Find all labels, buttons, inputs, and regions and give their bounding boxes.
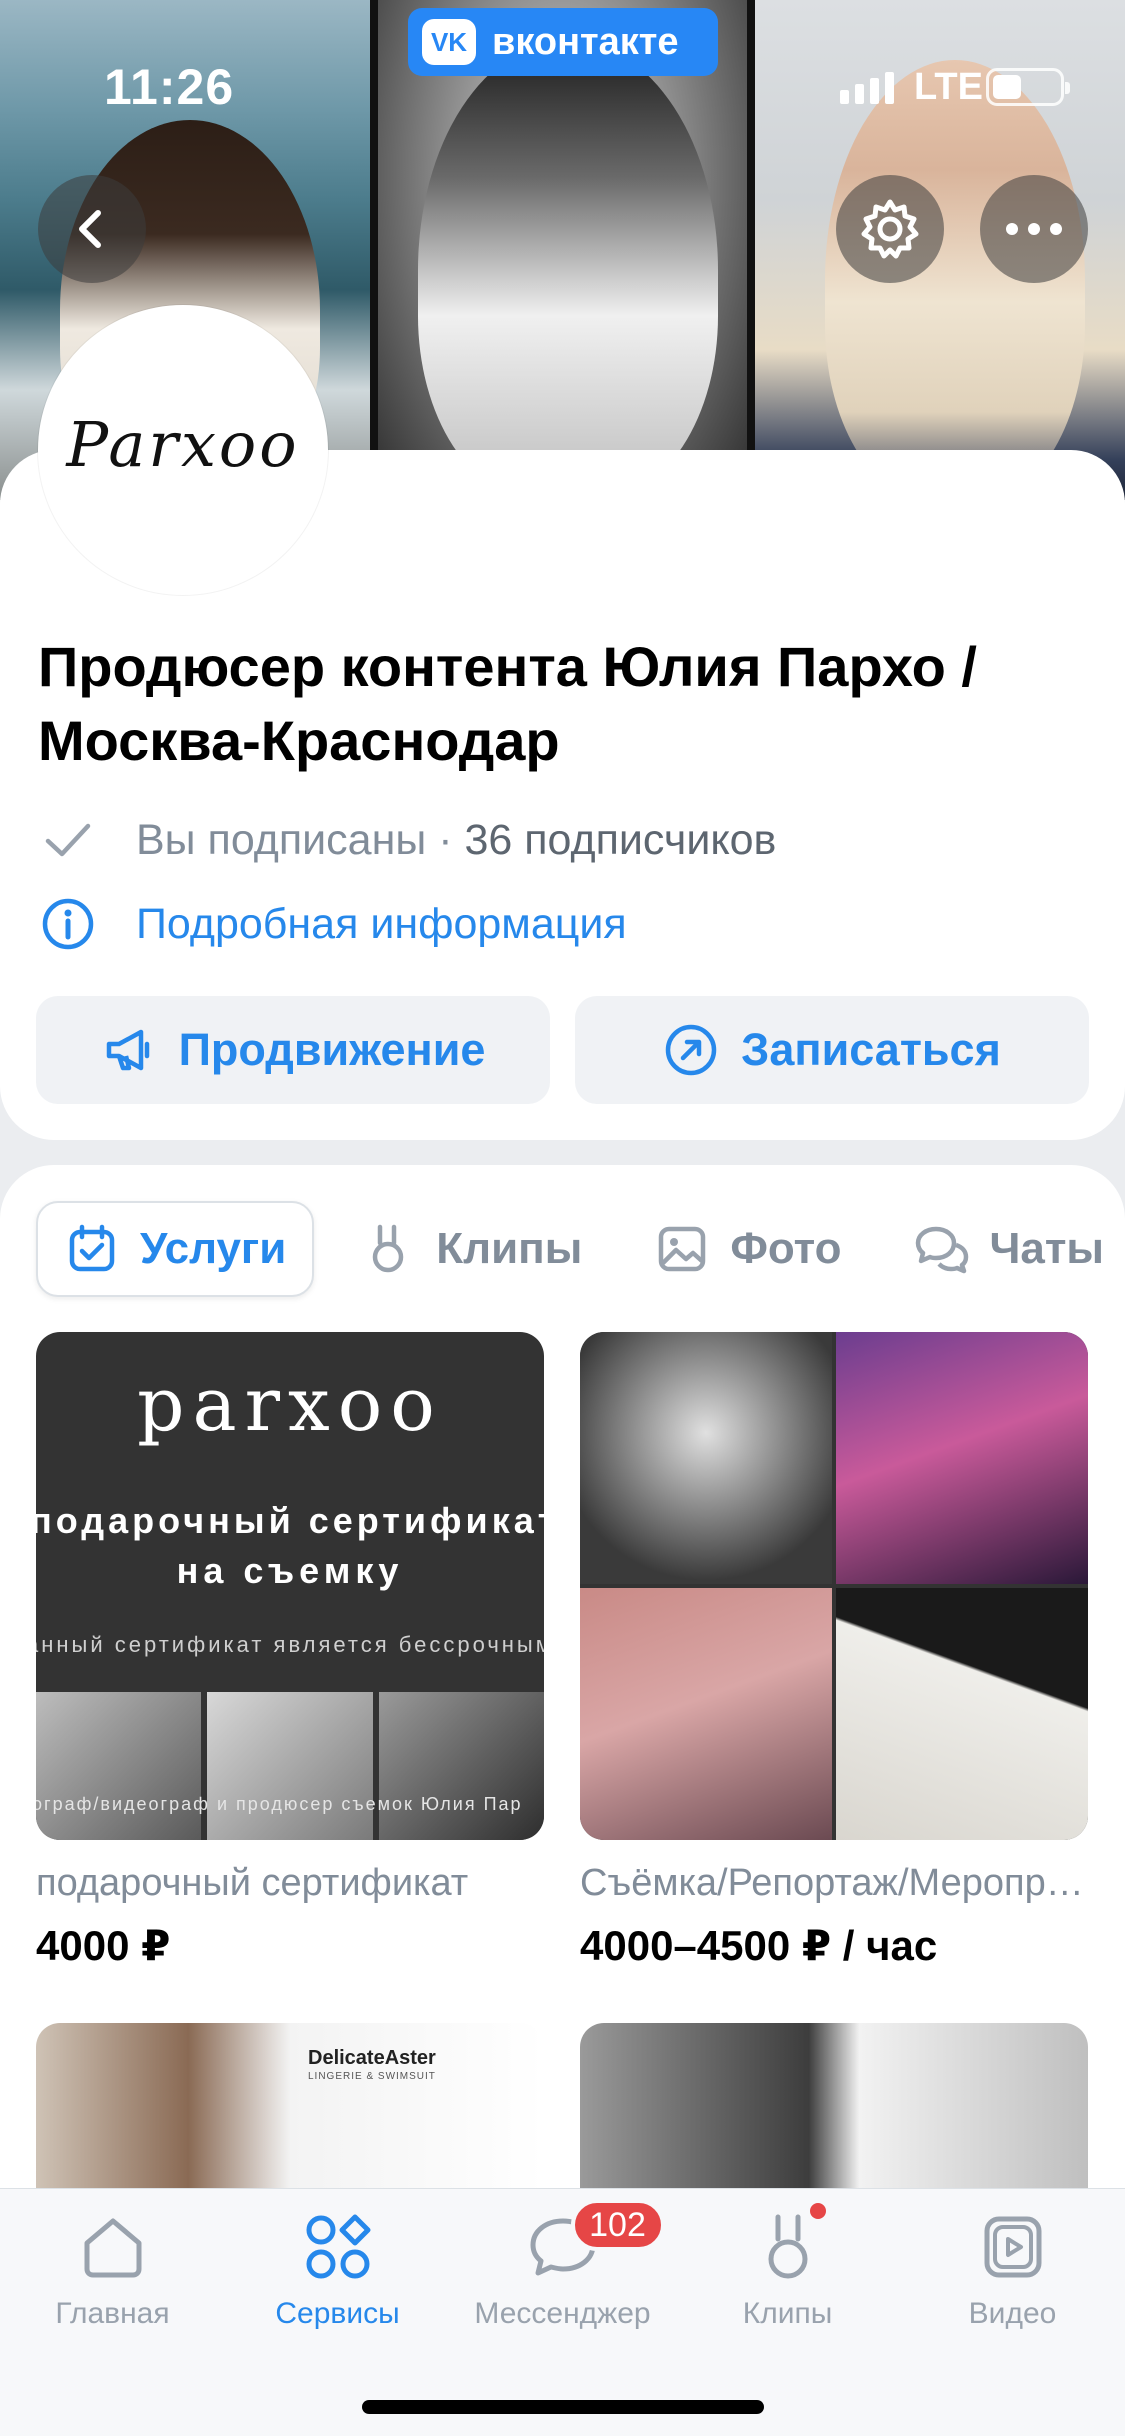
notification-dot	[809, 2203, 826, 2219]
followers-count: 36 подписчиков	[464, 815, 777, 864]
video-icon	[975, 2209, 1051, 2285]
clips-icon	[360, 1221, 416, 1277]
product-card[interactable]: parxoo подарочный сертификат на съемку а…	[36, 1332, 544, 1970]
services-icon	[300, 2209, 376, 2285]
tab-photos[interactable]: Фото	[628, 1201, 867, 1297]
subscription-status[interactable]: Вы подписаны · 36 подписчиков	[38, 810, 776, 870]
product-title: Съёмка/Репортаж/Мероприятия	[580, 1862, 1088, 1904]
product-image-brand: DelicateAster	[308, 2047, 436, 2069]
product-image-line: анный сертификат является бессрочным	[36, 1632, 544, 1657]
page-title: Продюсер контента Юлия Пархо / Москва-Кр…	[38, 635, 977, 772]
promotion-button[interactable]: Продвижение	[36, 996, 550, 1104]
tab-chats-label: Чаты	[989, 1224, 1105, 1273]
tab-clips-label: Клипы	[436, 1224, 583, 1273]
tabbar-video-label: Видео	[968, 2297, 1057, 2330]
signup-label: Записаться	[741, 1024, 1001, 1075]
tabbar-messenger[interactable]: 102 Мессенджер	[450, 2199, 675, 2331]
product-image-line: LINGERIE & SWIMSUIT	[308, 2071, 436, 2082]
content-tabs: Услуги Клипы Фото Чаты	[36, 1201, 1125, 1297]
unread-badge: 102	[570, 2199, 665, 2251]
tabbar-video[interactable]: Видео	[900, 2209, 1125, 2331]
chats-icon	[914, 1221, 970, 1277]
details-link[interactable]: Подробная информация	[38, 894, 627, 954]
vk-logo-icon: VK	[422, 19, 476, 65]
signal-icon	[840, 72, 894, 104]
vk-app-badge[interactable]: VK вконтакте	[408, 8, 718, 76]
info-icon	[38, 894, 98, 954]
tabbar-messenger-label: Мессенджер	[474, 2297, 651, 2330]
settings-button[interactable]	[836, 175, 944, 283]
avatar-logo-text: Parxoo	[66, 407, 300, 481]
calendar-check-icon	[64, 1221, 120, 1277]
bottom-tab-bar: Главная Сервисы 102 Мессенджер Клипы Вид…	[0, 2188, 1125, 2436]
messenger-icon: 102	[525, 2199, 665, 2285]
promotion-label: Продвижение	[178, 1024, 486, 1075]
tabbar-services[interactable]: Сервисы	[225, 2209, 450, 2331]
details-link-label: Подробная информация	[136, 899, 627, 948]
product-image-brand: parxoo	[137, 1362, 443, 1448]
product-image-line: на съемку	[176, 1550, 404, 1591]
checkmark-icon	[38, 810, 98, 870]
product-image[interactable]: parxoo подарочный сертификат на съемку а…	[36, 1332, 544, 1840]
home-indicator[interactable]	[362, 2400, 764, 2414]
status-time: 11:26	[104, 59, 235, 115]
tabbar-services-label: Сервисы	[275, 2297, 400, 2330]
clips-icon	[750, 2203, 826, 2285]
product-price: 4000–4500 ₽ / час	[580, 1922, 938, 1969]
more-horizontal-icon	[1006, 223, 1062, 235]
tab-services[interactable]: Услуги	[36, 1201, 315, 1297]
back-button[interactable]	[38, 175, 146, 283]
tab-clips[interactable]: Клипы	[334, 1201, 608, 1297]
tabbar-home[interactable]: Главная	[0, 2209, 225, 2331]
product-image-line: ограф/видеограф и продюсер съемок Юлия П…	[36, 1794, 523, 1814]
product-image-line: подарочный сертификат	[36, 1500, 544, 1541]
tab-photos-label: Фото	[730, 1224, 842, 1273]
home-icon	[75, 2209, 151, 2285]
status-bar: 11:26 VK вконтакте LTE	[0, 0, 1125, 130]
photo-icon	[654, 1221, 710, 1277]
avatar[interactable]: Parxoo	[38, 305, 328, 595]
product-price: 4000 ₽	[36, 1922, 171, 1969]
product-card[interactable]: Съёмка/Репортаж/Мероприятия 4000–4500 ₽ …	[580, 1332, 1088, 1970]
battery-icon	[986, 68, 1070, 106]
tab-chats[interactable]: Чаты	[888, 1201, 1125, 1297]
gear-icon	[861, 199, 919, 259]
chevron-left-icon	[79, 210, 101, 248]
product-title: подарочный сертификат	[36, 1862, 469, 1904]
separator: ·	[426, 815, 465, 864]
subscribed-label: Вы подписаны	[136, 815, 427, 864]
tabbar-clips[interactable]: Клипы	[675, 2203, 900, 2331]
megaphone-icon	[101, 1022, 157, 1078]
signup-button[interactable]: Записаться	[575, 996, 1089, 1104]
arrow-up-right-circle-icon	[663, 1022, 719, 1078]
product-image[interactable]	[580, 1332, 1088, 1840]
product-image-photos	[36, 1692, 544, 1840]
tabbar-clips-label: Клипы	[742, 2297, 833, 2330]
tabbar-home-label: Главная	[55, 2297, 170, 2330]
more-button[interactable]	[980, 175, 1088, 283]
network-type: LTE	[914, 66, 983, 108]
tab-services-label: Услуги	[140, 1224, 287, 1273]
vk-app-badge-label: вконтакте	[492, 20, 679, 63]
